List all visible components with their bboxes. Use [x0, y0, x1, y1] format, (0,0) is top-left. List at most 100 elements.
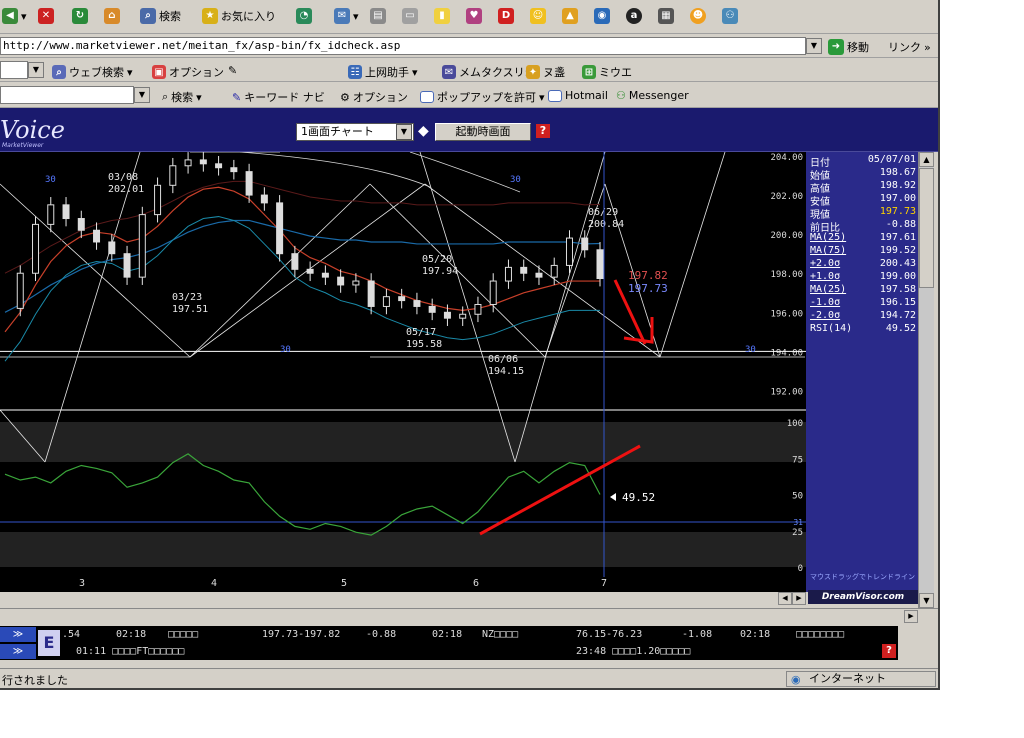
go-arrow-icon: ➜ — [828, 39, 844, 55]
candle-body — [520, 266, 528, 274]
candle-body — [184, 159, 192, 167]
candle-body — [199, 159, 207, 165]
stop-icon[interactable]: ✕ — [38, 8, 54, 24]
candle-body — [398, 296, 406, 302]
scroll-down-icon[interactable]: ▼ — [919, 593, 934, 608]
links-button[interactable]: リンク » — [888, 39, 931, 55]
mail-count-button[interactable]: ✉ メムタクスリ:0 — [442, 64, 535, 80]
history-icon[interactable]: ◔ — [296, 8, 312, 24]
horizontal-scrollbar[interactable]: ▶ ◀ — [0, 592, 806, 605]
quote-value: 200.43 — [879, 258, 916, 269]
chart-mode-dropdown-icon[interactable]: ▼ — [396, 124, 412, 140]
mail-count-label: メムタクスリ:0 — [459, 66, 536, 79]
messenger-button[interactable]: ⚇ Messenger — [616, 89, 689, 102]
ticker-next-button-1[interactable]: ≫ — [0, 627, 36, 642]
pen-icon[interactable]: ✎ — [228, 64, 237, 77]
item-a-button[interactable]: ✦ ヌ盞 — [526, 64, 565, 80]
annotation-date: 06/06 — [488, 354, 518, 365]
standard-toolbar: ◀ ▾ ✕ ↻ ⌂ ⌕ 検索 ★ お気に入り ◔ ✉ ▾ ▤ ▭ ▮ ♥ D ☺ ▲ ◉… — [0, 0, 938, 34]
candle-body — [596, 249, 604, 280]
security-zone: ◉ インターネット — [786, 671, 936, 687]
scroll-left-icon[interactable]: ◀ — [778, 592, 792, 605]
toolbar-search-dropdown[interactable]: ▼ — [28, 62, 44, 78]
globe-icon[interactable]: ◉ — [594, 8, 610, 24]
scroll-right-icon[interactable]: ▶ — [792, 592, 806, 605]
rsi-line — [4, 453, 601, 536]
toolbar3-search-button[interactable]: ⌕ 検索 ▾ — [162, 89, 202, 105]
d-app-icon[interactable]: D — [498, 8, 514, 24]
candle-body — [535, 272, 543, 278]
ticker-cell: □□□□□□□□ — [796, 629, 845, 640]
address-input[interactable]: http://www.marketviewer.net/meitan_fx/as… — [0, 37, 806, 55]
keyword-input[interactable] — [0, 86, 134, 104]
quote-label: MA(25) — [810, 232, 847, 243]
address-dropdown[interactable]: ▼ — [806, 38, 822, 54]
news-ticker: ≫ ≫ E .54 02:18 □□□□□ 197.73-197.82 -0.88 02:… — [0, 626, 898, 660]
startup-screen-button[interactable]: 起動時画面 — [435, 123, 531, 141]
smiley-icon[interactable]: ☺ — [530, 8, 546, 24]
hotmail-icon — [548, 89, 562, 102]
vertical-scrollbar[interactable]: ▲ ▼ — [918, 152, 934, 608]
users-icon[interactable]: ⚇ — [722, 8, 738, 24]
web-search-button[interactable]: ⌕ ウェブ検索 ▾ — [52, 64, 133, 80]
rsi-tag: 49.52 — [622, 491, 655, 504]
messenger-toolbar-icon[interactable]: ♥ — [466, 8, 482, 24]
keyword-dropdown[interactable]: ▼ — [134, 87, 150, 103]
search-toolbar-2: ▼ ⌕ 検索 ▾ ✎ キーワード ナビ ⚙ オプション ポップアップを許可 ▾ Hot… — [0, 82, 938, 108]
help-icon[interactable]: ? — [536, 124, 550, 138]
toolbar3-options-button[interactable]: ⚙ オプション — [340, 89, 408, 105]
ticker-help-icon[interactable]: ? — [882, 644, 896, 658]
price-axis-label: 202.00 — [770, 192, 803, 202]
chart-svg[interactable]: 204.00202.00200.00198.00196.00194.00192.… — [0, 151, 806, 577]
toolbar2-options-button[interactable]: ▣ オプション — [152, 64, 224, 80]
hotmail-button[interactable]: Hotmail — [548, 89, 608, 102]
quote-value: -0.88 — [885, 219, 916, 230]
quote-panel: 日付 05/07/01 始値 198.67 高値 198.92 安値 197.00 現値 197.… — [806, 152, 920, 604]
price-tag-bid: 197.73 — [628, 282, 668, 295]
item-b-button[interactable]: ⊞ ミウエ — [582, 64, 632, 80]
print-icon[interactable]: ▤ — [370, 8, 386, 24]
a-app-icon[interactable]: a — [626, 8, 642, 24]
page-scroll-right-icon[interactable]: ▶ — [904, 610, 918, 623]
quote-value: 05/07/01 — [867, 154, 916, 165]
ticker-next-button-2[interactable]: ≫ — [0, 644, 36, 659]
chart-area[interactable]: 204.00 202.00 200.00 198.00 196.00 194.00 192.… — [0, 151, 806, 577]
popup-allow-button[interactable]: ポップアップを許可 ▾ — [420, 89, 545, 105]
mail-icon[interactable]: ✉ ▾ — [334, 8, 359, 24]
ticker-cell: -1.08 — [682, 629, 713, 640]
annotation-date: 05/17 — [406, 327, 436, 338]
toolbar-search-input[interactable] — [0, 61, 28, 79]
x-axis-tick: 7 — [601, 578, 608, 589]
box-app-icon[interactable]: ▦ — [658, 8, 674, 24]
go-button[interactable]: ➜ 移動 — [828, 39, 869, 55]
note-icon[interactable]: ▮ — [434, 8, 450, 24]
messenger-people-icon: ⚇ — [616, 89, 626, 102]
favorites-button[interactable]: ★ お気に入り — [202, 8, 276, 24]
quote-value: 197.58 — [879, 284, 916, 295]
cycle-label: 30 — [510, 175, 521, 185]
annotation-price: 197.94 — [422, 266, 458, 277]
item-b-label: ミウエ — [599, 66, 632, 79]
smiley-face-icon[interactable]: ☻ — [690, 8, 706, 24]
status-bar: 行されました ◉ インターネット — [0, 668, 938, 688]
jouou-button[interactable]: ☷ 上网助手 ▾ — [348, 64, 418, 80]
scroll-up-icon[interactable]: ▲ — [919, 152, 934, 167]
back-arrow-icon[interactable]: ◀ ▾ — [2, 8, 27, 24]
candle-body — [16, 272, 24, 309]
warning-icon[interactable]: ▲ — [562, 8, 578, 24]
candle-body — [154, 184, 162, 216]
diamond-icon: ◆ — [418, 123, 429, 139]
cycle-label: 30 — [45, 175, 56, 185]
keyword-nav-button[interactable]: ✎ キーワード ナビ — [232, 89, 325, 105]
x-axis: 3 4 5 6 7 — [0, 577, 806, 592]
edit-icon[interactable]: ▭ — [402, 8, 418, 24]
candle-body — [367, 280, 375, 307]
home-icon[interactable]: ⌂ — [104, 8, 120, 24]
annotation-date: 03/08 — [108, 172, 138, 183]
scroll-thumb[interactable] — [919, 168, 934, 288]
page-hscroll[interactable]: ▶ — [0, 608, 938, 624]
browser-window: ◀ ▾ ✕ ↻ ⌂ ⌕ 検索 ★ お気に入り ◔ ✉ ▾ ▤ ▭ ▮ ♥ D ☺ ▲ ◉… — [0, 0, 940, 690]
web-search-label: ウェブ検索 — [69, 66, 124, 79]
refresh-icon[interactable]: ↻ — [72, 8, 88, 24]
search-button[interactable]: ⌕ 検索 — [140, 8, 181, 24]
